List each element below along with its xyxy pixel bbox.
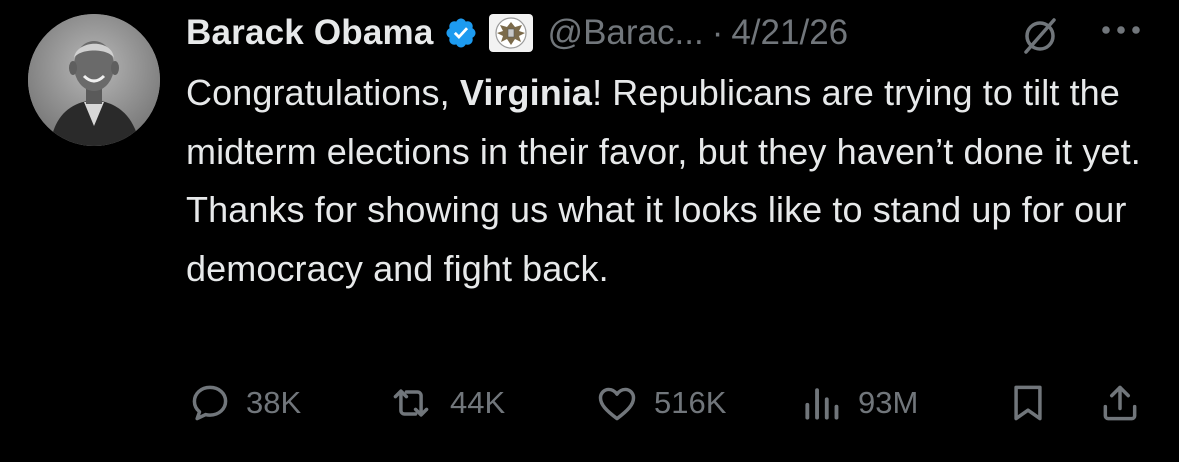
reply-count: 38K bbox=[246, 385, 302, 420]
author-handle[interactable]: @Barac... bbox=[548, 13, 704, 53]
views-button[interactable]: 93M bbox=[800, 378, 918, 428]
repost-button[interactable]: 44K bbox=[386, 378, 505, 428]
more-icon[interactable] bbox=[1098, 20, 1144, 45]
grok-icon[interactable] bbox=[1020, 16, 1060, 61]
action-bar: 38K 44K 516K 93M bbox=[186, 378, 1156, 428]
views-count: 93M bbox=[858, 385, 919, 420]
avatar[interactable] bbox=[28, 14, 160, 146]
tweet-text-mention: Virginia bbox=[459, 72, 593, 113]
repost-icon bbox=[386, 381, 436, 425]
reply-icon bbox=[188, 381, 232, 425]
tweet-date[interactable]: 4/21/26 bbox=[731, 13, 848, 53]
tweet-text: Congratulations, Virginia! Republicans a… bbox=[186, 64, 1146, 298]
views-icon bbox=[800, 381, 844, 425]
reply-button[interactable]: 38K bbox=[188, 378, 301, 428]
share-button[interactable] bbox=[1098, 378, 1142, 428]
like-button[interactable]: 516K bbox=[594, 378, 726, 428]
like-count: 516K bbox=[654, 385, 727, 420]
us-seal-icon bbox=[488, 13, 534, 53]
tweet-text-start: Congratulations, bbox=[186, 72, 460, 113]
share-icon bbox=[1098, 381, 1142, 425]
repost-count: 44K bbox=[450, 385, 506, 420]
bookmark-button[interactable] bbox=[1006, 378, 1050, 428]
verified-badge-icon bbox=[444, 16, 478, 50]
like-icon bbox=[594, 381, 640, 425]
tweet-header: Barack Obama @Barac... · 4/21/26 bbox=[186, 8, 848, 58]
bookmark-icon bbox=[1006, 381, 1050, 425]
author-name[interactable]: Barack Obama bbox=[186, 13, 434, 53]
separator-dot: · bbox=[711, 13, 724, 52]
